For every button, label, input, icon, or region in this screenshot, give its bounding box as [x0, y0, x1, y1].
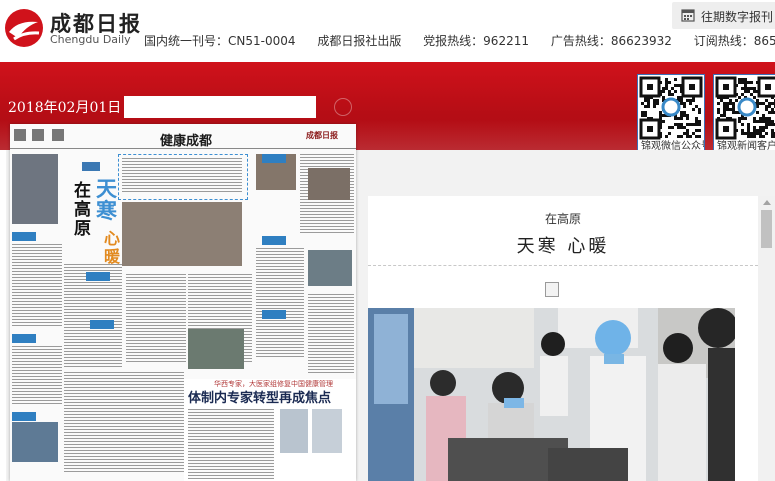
- date-picker-input[interactable]: [124, 96, 316, 118]
- app-qr-icon: [713, 74, 775, 141]
- calendar-icon: [681, 8, 695, 25]
- brand-name-en: Chengdu Daily: [50, 33, 131, 46]
- page-masthead-right: 成都日报: [306, 131, 338, 140]
- archive-label: 往期数字报刊: [701, 10, 774, 24]
- chengdu-daily-logo[interactable]: [4, 8, 44, 48]
- article-panel: 在高原 天寒 心暖: [368, 196, 758, 481]
- ad-title: 体制内专家转型再成焦点: [188, 391, 332, 406]
- archive-issues-button[interactable]: 往期数字报刊: [672, 2, 775, 29]
- publication-info: 国内统一刊号：CN51-0004 成都日报社出版 党报热线：962211 广告热…: [144, 32, 775, 49]
- top-bar: 成都日报 Chengdu Daily 国内统一刊号：CN51-0004 成都日报…: [0, 0, 775, 62]
- publisher-text: 成都日报社出版: [317, 34, 402, 48]
- left-edge: [0, 150, 6, 481]
- issue-date: 2018年02月01日: [8, 100, 122, 116]
- article-kicker: 在高原: [544, 212, 581, 226]
- article-scrollbar[interactable]: [758, 196, 775, 481]
- page-headline-warm: 心暖: [104, 229, 121, 266]
- article-headline: 天寒 心暖: [516, 236, 610, 257]
- newspaper-page-thumbnail[interactable]: 健康成都 成都日报 在高原 天寒 心暖 华西专家，大医家组修复中国健康管理 体制…: [10, 124, 356, 481]
- wechat-qr-icon: [637, 74, 705, 141]
- article-photo: [368, 308, 735, 481]
- page-advertisement: 华西专家，大医家组修复中国健康管理 体制内专家转型再成焦点: [184, 379, 356, 481]
- search-icon[interactable]: [334, 98, 352, 116]
- scroll-thumb[interactable]: [761, 210, 772, 248]
- issn-text: 国内统一刊号：CN51-0004: [144, 34, 296, 48]
- page-headline-cold: 天寒: [96, 177, 117, 223]
- broken-image-icon: [545, 282, 559, 297]
- subscription-hotline: 订阅热线：8651123: [693, 34, 775, 48]
- scroll-up-icon[interactable]: [763, 200, 771, 205]
- party-hotline: 党报热线：962211: [423, 34, 529, 48]
- page-masthead: 健康成都: [160, 134, 213, 149]
- article-divider: [368, 265, 758, 266]
- ad-hotline: 广告热线：86623932: [550, 34, 672, 48]
- page-headline-vertical: 在高原: [74, 181, 91, 239]
